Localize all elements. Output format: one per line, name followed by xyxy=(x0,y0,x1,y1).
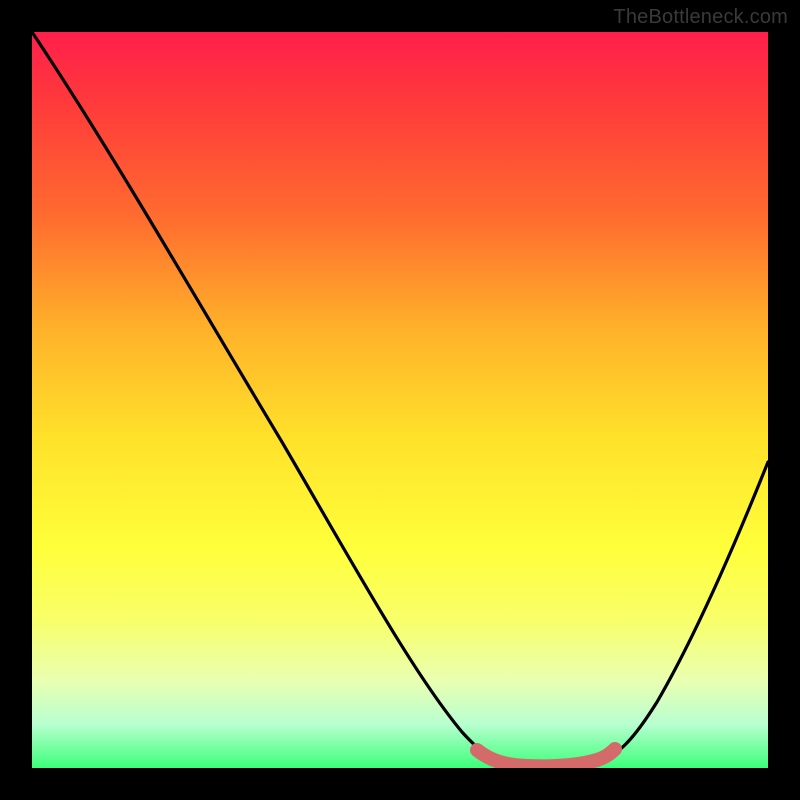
optimal-region-marker xyxy=(477,749,615,766)
plot-area xyxy=(32,32,768,768)
watermark-text: TheBottleneck.com xyxy=(613,6,788,29)
bottleneck-curve xyxy=(32,32,768,766)
curve-layer xyxy=(32,32,768,768)
chart-frame: TheBottleneck.com xyxy=(0,0,800,800)
